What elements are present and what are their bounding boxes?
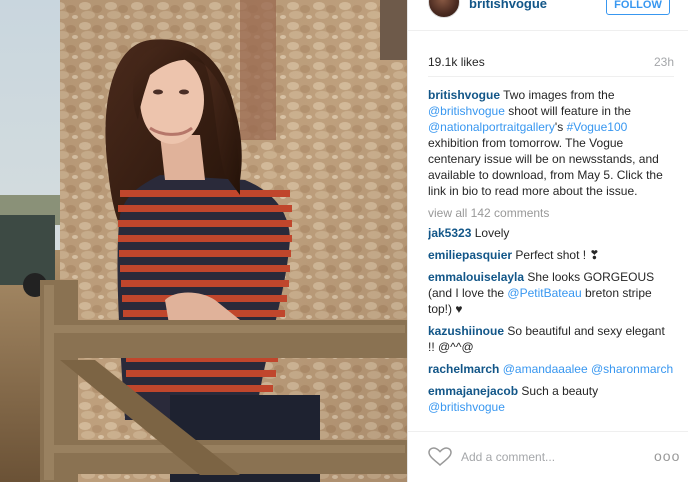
comment-username[interactable]: emiliepasquier xyxy=(428,248,512,262)
follow-button[interactable]: FOLLOW xyxy=(606,0,670,15)
comment-text: Such a beauty xyxy=(521,384,599,398)
comment-text: Lovely xyxy=(474,226,510,240)
view-all-comments-link[interactable]: view all 142 comments xyxy=(428,205,674,221)
comment-username[interactable]: jak5323 xyxy=(428,226,471,240)
comment-mention[interactable]: @britishvogue xyxy=(428,400,505,414)
comment-item: kazushiinoue So beautiful and sexy elega… xyxy=(428,323,674,355)
comment-username[interactable]: kazushiinoue xyxy=(428,324,504,338)
caption-mention-2[interactable]: @nationalportraitgallery xyxy=(428,120,555,134)
caption-text-1: Two images from the xyxy=(503,88,615,102)
comment-item: jak5323 Lovely xyxy=(428,225,674,241)
more-options-icon[interactable]: ooo xyxy=(654,448,680,464)
caption-text-4: exhibition from tomorrow. The Vogue cent… xyxy=(428,136,663,198)
post-header: britishvogue FOLLOW xyxy=(408,0,688,31)
comment-mention[interactable]: @amandaaalee xyxy=(503,362,588,376)
comment-item: emmalouiselayla She looks GORGEOUS (and … xyxy=(428,269,674,317)
likes-count[interactable]: 19.1k likes xyxy=(428,55,485,69)
comment-footer: Add a comment... ooo xyxy=(408,431,688,483)
comment-mention[interactable]: @PetitBateau xyxy=(507,286,581,300)
comment-username[interactable]: rachelmarch xyxy=(428,362,499,376)
post-username[interactable]: britishvogue xyxy=(469,0,547,11)
portrait-image xyxy=(0,0,408,482)
caption-username[interactable]: britishvogue xyxy=(428,88,500,102)
post-meta: 19.1k likes 23h xyxy=(428,55,674,71)
post-side-panel: britishvogue FOLLOW 19.1k likes 23h brit… xyxy=(408,0,688,482)
post-photo[interactable] xyxy=(0,0,408,482)
caption-mention-1[interactable]: @britishvogue xyxy=(428,104,505,118)
comment-item: emmajanejacob Such a beauty @britishvogu… xyxy=(428,383,674,415)
caption-text-2: shoot will feature in the xyxy=(508,104,631,118)
comment-username[interactable]: emmajanejacob xyxy=(428,384,518,398)
comment-username[interactable]: emmalouiselayla xyxy=(428,270,524,284)
post-time[interactable]: 23h xyxy=(654,55,674,69)
avatar[interactable] xyxy=(428,0,460,18)
comment-item: emiliepasquier Perfect shot ! ❣ xyxy=(428,247,674,263)
comment-text: Perfect shot ! ❣ xyxy=(515,248,600,262)
add-comment-input[interactable]: Add a comment... xyxy=(461,450,555,464)
comment-mention-2[interactable]: @sharonmarch xyxy=(591,362,673,376)
caption: britishvogue Two images from the @britis… xyxy=(428,87,674,199)
comment-item: rachelmarch @amandaaalee @sharonmarch xyxy=(428,361,674,377)
heart-icon[interactable] xyxy=(428,447,452,467)
caption-hashtag[interactable]: #Vogue100 xyxy=(567,120,628,134)
comments-feed[interactable]: britishvogue Two images from the @britis… xyxy=(428,76,674,431)
caption-text-3: 's xyxy=(554,120,564,134)
